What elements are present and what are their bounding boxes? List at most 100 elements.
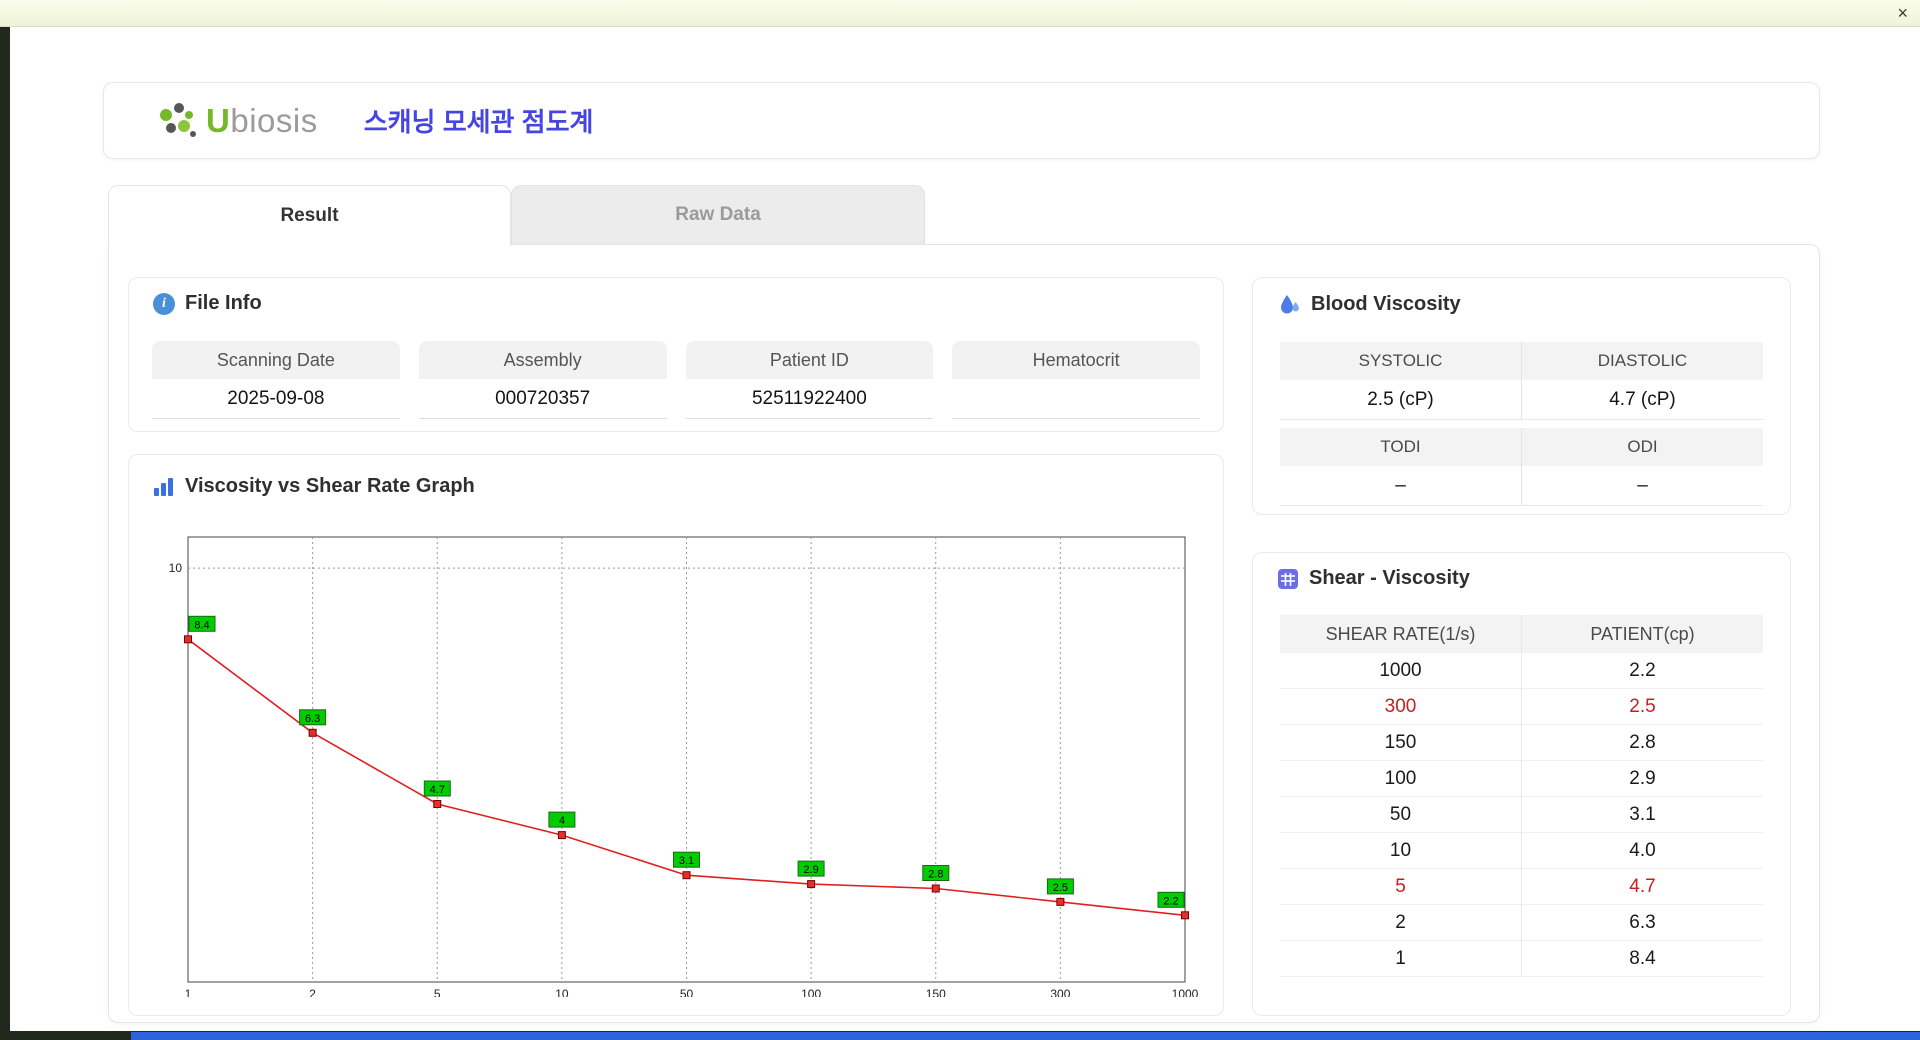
bar-chart-icon [154,477,173,496]
shear-rate-value: 5 [1280,869,1522,904]
blood-viscosity-table: SYSTOLIC DIASTOLIC 2.5 (cP) 4.7 (cP) TOD… [1280,342,1763,506]
main-panel: i File Info Scanning Date 2025-09-08 Ass… [108,244,1820,1023]
systolic-header: SYSTOLIC [1280,342,1522,380]
shear-viscosity-row: 150 2.8 [1280,725,1763,761]
file-info-fields: Scanning Date 2025-09-08 Assembly 000720… [152,341,1200,419]
patient-viscosity-value: 2.8 [1629,731,1656,753]
tab-result[interactable]: Result [108,185,511,245]
blood-viscosity-card: Blood Viscosity SYSTOLIC DIASTOLIC 2.5 (… [1252,277,1791,515]
grid-table-icon [1278,568,1298,589]
shear-rate-value: 150 [1280,725,1522,760]
shear-viscosity-row: 1 8.4 [1280,941,1763,977]
shear-rate-value: 1 [1280,941,1522,976]
shear-viscosity-row: 2 6.3 [1280,905,1763,941]
sv-rows: 1000 2.2 300 2.5 150 2.8 100 2.9 50 3.1 10 4.0 5 4.7 2… [1280,653,1763,977]
logo-letter-u: U [206,101,231,139]
patient-viscosity-value: 2.2 [1629,659,1656,681]
sv-header-row: SHEAR RATE(1/s) PATIENT(cp) [1280,615,1763,653]
file-info-header: i File Info [153,292,262,315]
logo-dots-icon [160,102,196,137]
data-point-label: 3.1 [673,851,700,868]
field-label: Hematocrit [952,341,1200,379]
logo-letters-biosis: biosis [230,101,318,139]
data-point-marker [682,871,691,880]
shear-viscosity-card: Shear - Viscosity SHEAR RATE(1/s) PATIEN… [1252,552,1791,1016]
bv-header-row: TODI ODI [1280,428,1763,466]
shear-rate-value: 10 [1280,833,1522,868]
patient-viscosity-value: 2.9 [1629,767,1656,789]
svg-text:2.5: 2.5 [1053,882,1068,894]
data-point-label: 2.5 [1046,878,1074,895]
file-info-title: File Info [185,292,262,314]
blood-viscosity-header: Blood Viscosity [1277,292,1461,316]
patient-viscosity-value: 2.5 [1629,695,1656,717]
svg-text:4.7: 4.7 [430,784,445,796]
field-value [952,379,1200,419]
data-point-marker [1181,911,1189,920]
shear-viscosity-row: 300 2.5 [1280,689,1763,725]
graph-card: Viscosity vs Shear Rate Graph 10 1 2 5 10 50 1… [128,454,1224,1016]
data-point-label: 2.2 [1157,891,1185,908]
tab-raw-data[interactable]: Raw Data [511,185,925,244]
patient-viscosity-value: 4.7 [1629,875,1656,897]
svg-text:3.1: 3.1 [679,855,694,867]
ubiosis-logo: Ubiosis [156,101,318,141]
field-label: Scanning Date [152,341,400,379]
bv-divider-gap [1280,420,1763,428]
x-tick-label: 300 [1050,987,1070,997]
patient-viscosity-value: 6.3 [1629,911,1656,933]
field-assembly: Assembly 000720357 [418,341,667,419]
svg-text:6.3: 6.3 [305,713,320,725]
file-info-card: i File Info Scanning Date 2025-09-08 Ass… [128,277,1224,432]
todi-header: TODI [1280,428,1522,466]
x-tick-label: 50 [680,987,694,997]
shear-rate-value: 300 [1280,689,1522,724]
field-patient-id: Patient ID 52511922400 [685,341,934,419]
svg-text:2.2: 2.2 [1163,895,1178,907]
data-point-label: 4 [548,811,576,828]
viscosity-shear-chart: 10 1 2 5 10 50 100 150 300 1000 8.4 6.3 4.7 4 3.1 2.9 2.… [169,536,1199,997]
graph-title: Viscosity vs Shear Rate Graph [185,475,475,497]
data-point-label: 2.9 [797,860,825,877]
field-label: Patient ID [685,341,934,379]
x-tick-label: 5 [434,987,441,997]
patient-viscosity-value: 3.1 [1629,803,1656,825]
diastolic-header: DIASTOLIC [1597,351,1688,370]
shear-viscosity-header: Shear - Viscosity [1277,567,1470,590]
shear-rate-value: 1000 [1280,653,1522,688]
bv-value-row: 2.5 (cP) 4.7 (cP) [1280,380,1763,420]
odi-value: – [1637,474,1648,496]
field-label: Assembly [418,341,667,379]
svg-text:2.9: 2.9 [803,864,818,876]
close-icon[interactable]: × [1897,2,1908,24]
shear-rate-value: 2 [1280,905,1522,940]
x-tick-label: 10 [555,987,569,997]
data-point-label: 2.8 [922,865,950,881]
data-point-marker [308,728,317,737]
shear-rate-value: 50 [1280,797,1522,832]
field-value: 000720357 [418,379,667,419]
data-point-label: 6.3 [299,709,327,726]
x-tick-label: 1 [185,987,192,997]
patient-viscosity-value: 8.4 [1629,947,1656,969]
shear-viscosity-row: 50 3.1 [1280,797,1763,833]
svg-text:2.8: 2.8 [928,869,943,881]
header-card: Ubiosis 스캐닝 모세관 점도계 [103,82,1820,159]
bv-value-row: – – [1280,466,1763,506]
shear-viscosity-table: SHEAR RATE(1/s) PATIENT(cp) 1000 2.2 300 2.… [1280,615,1763,977]
field-scanning-date: Scanning Date 2025-09-08 [152,341,400,419]
shear-viscosity-title: Shear - Viscosity [1309,567,1470,589]
shear-rate-column-header: SHEAR RATE(1/s) [1280,615,1522,653]
info-icon: i [153,292,175,315]
data-point-marker [931,884,940,893]
patient-viscosity-value: 4.0 [1629,839,1656,861]
data-point-marker [1056,897,1065,906]
shear-viscosity-row: 1000 2.2 [1280,653,1763,689]
data-point-label: 4.7 [423,780,451,797]
page-title: 스캐닝 모세관 점도계 [363,107,594,137]
logo-text: Ubiosis [206,102,318,140]
data-point-label: 8.4 [188,615,216,632]
systolic-value: 2.5 (cP) [1280,380,1522,419]
data-point-marker [557,831,566,840]
blood-viscosity-title: Blood Viscosity [1311,292,1461,315]
